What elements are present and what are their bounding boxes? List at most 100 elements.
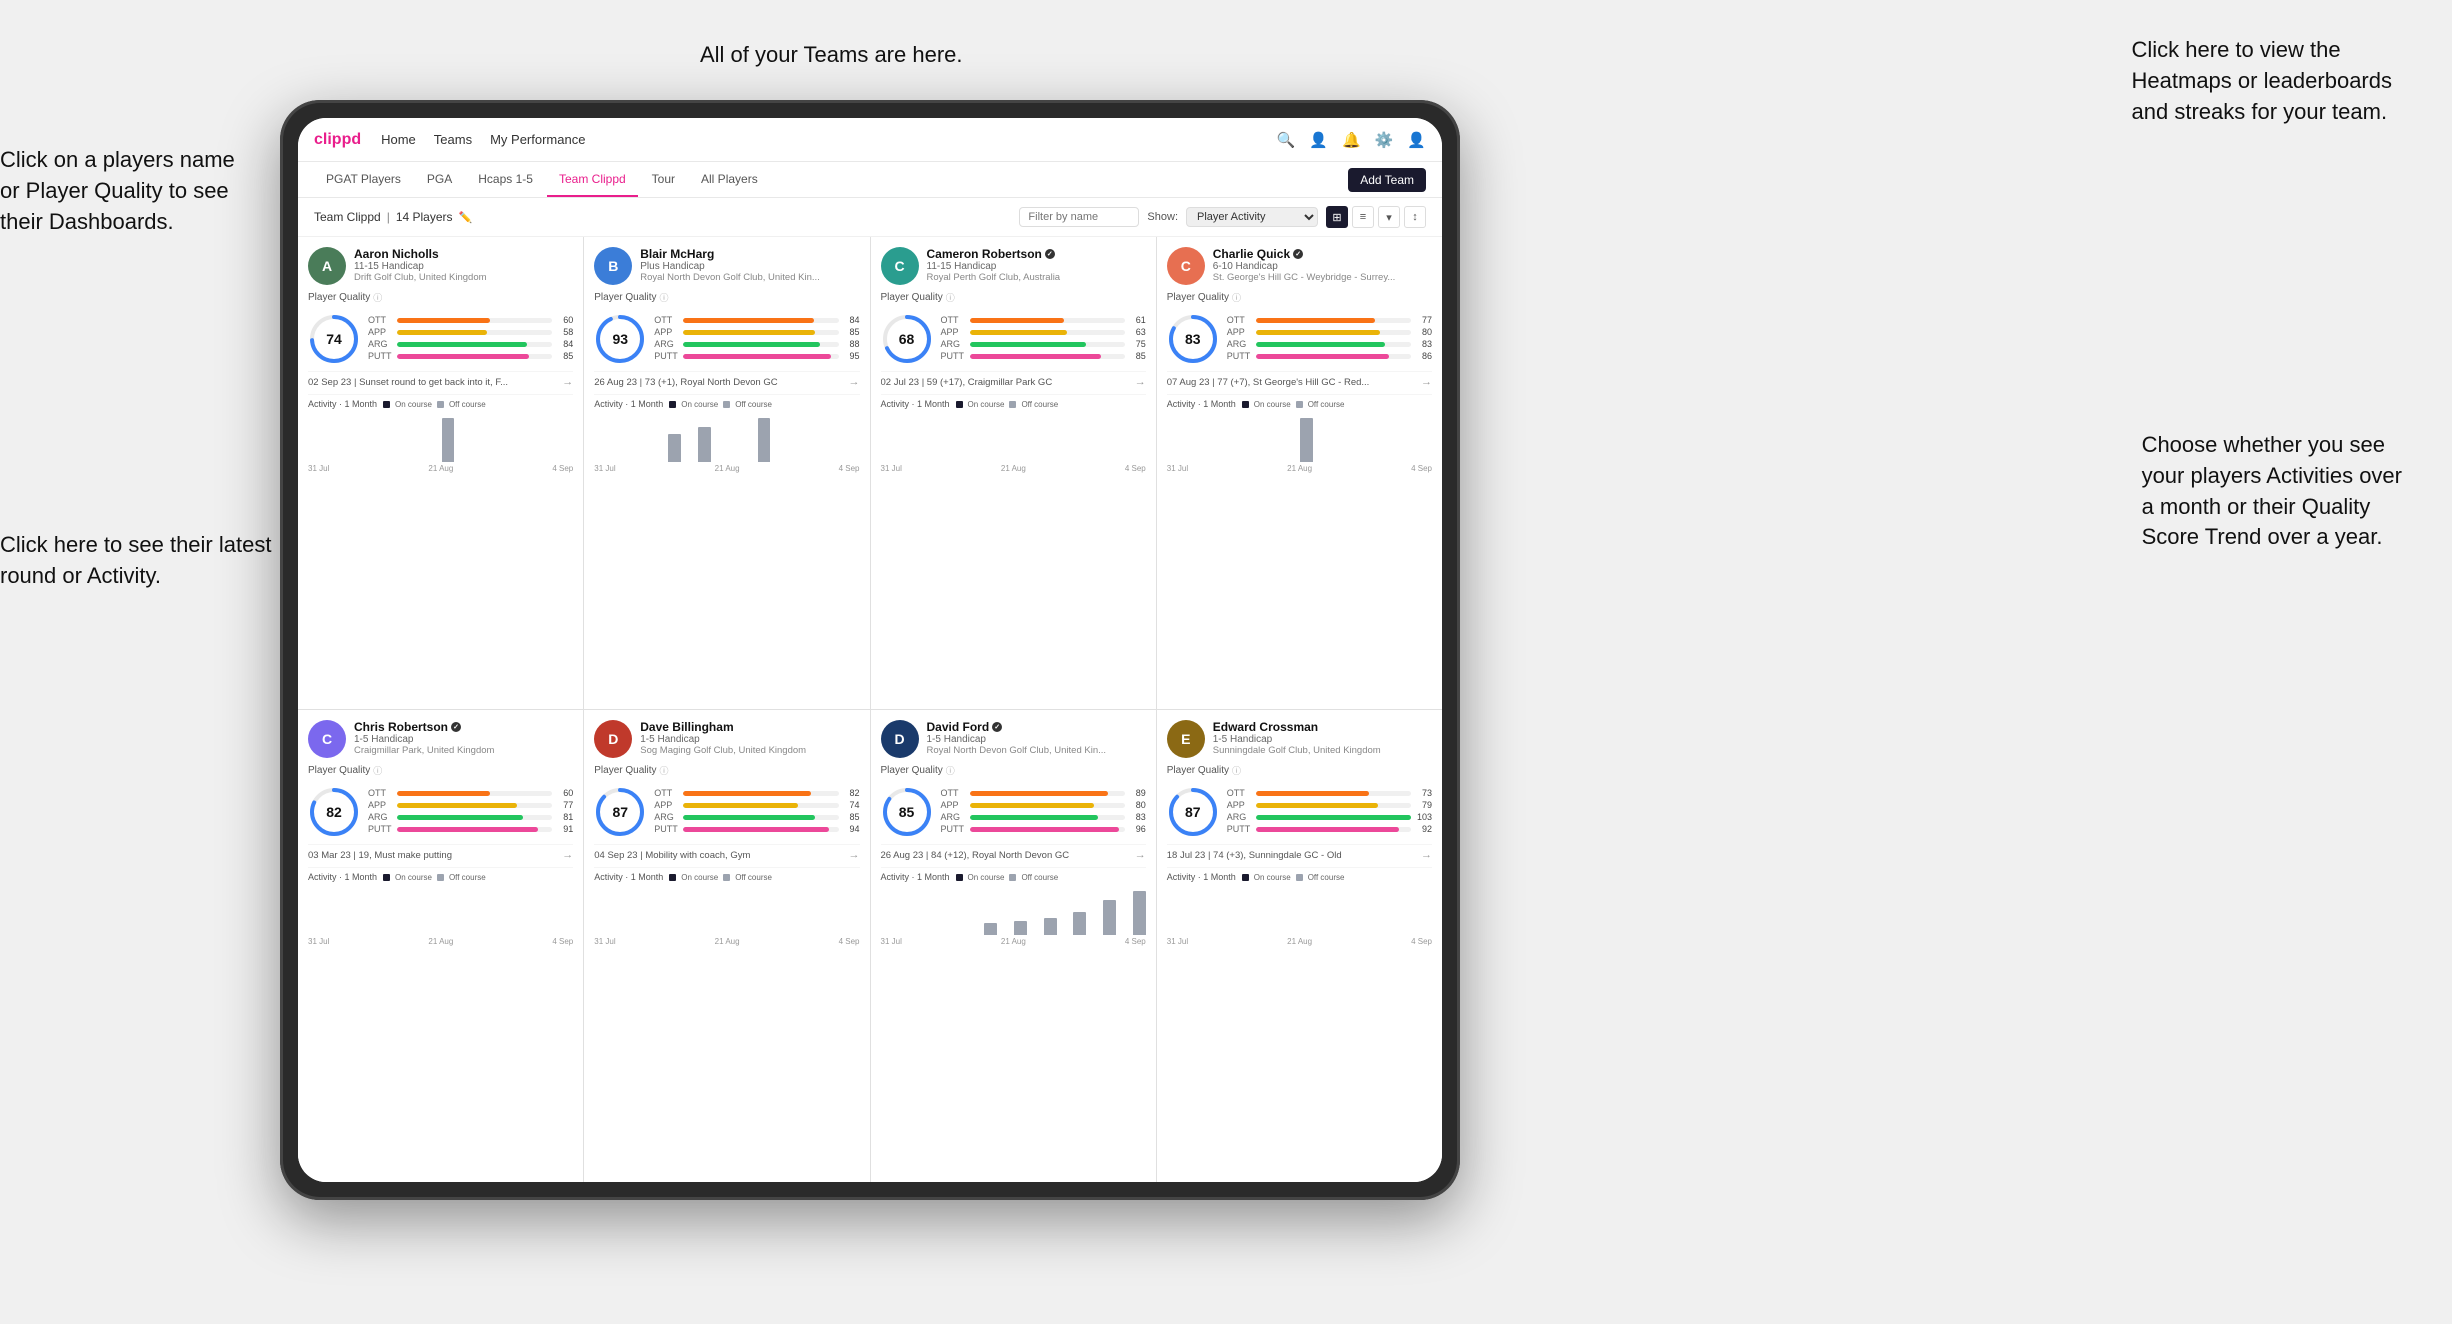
player-card[interactable]: B Blair McHarg Plus Handicap Royal North… [584, 237, 869, 709]
grid-view-icon[interactable]: ⊞ [1326, 206, 1348, 228]
bar-label: OTT [941, 315, 967, 325]
quality-circle[interactable]: 82 [308, 786, 360, 838]
player-info: David Ford ✓ 1-5 Handicap Royal North De… [927, 720, 1146, 756]
tab-hcaps[interactable]: Hcaps 1-5 [466, 162, 545, 197]
player-card[interactable]: D David Ford ✓ 1-5 Handicap Royal North … [871, 710, 1156, 1182]
quality-circle[interactable]: 83 [1167, 313, 1219, 365]
off-course-dot [723, 874, 730, 881]
latest-round-arrow[interactable]: → [562, 376, 573, 388]
quality-circle[interactable]: 93 [594, 313, 646, 365]
profile-icon[interactable]: 👤 [1407, 131, 1426, 149]
search-icon[interactable]: 🔍 [1277, 131, 1296, 149]
activity-section: Activity · 1 Month On course Off course … [881, 394, 1146, 473]
show-select[interactable]: Player Activity Quality Score Trend [1186, 207, 1318, 227]
player-name[interactable]: Edward Crossman [1213, 720, 1432, 734]
latest-round-arrow[interactable]: → [1135, 376, 1146, 388]
player-club: Drift Golf Club, United Kingdom [354, 272, 573, 283]
latest-round[interactable]: 07 Aug 23 | 77 (+7), St George's Hill GC… [1167, 371, 1432, 388]
quality-label: Player Quality ⓘ [308, 291, 573, 304]
bar-fill [683, 330, 815, 335]
bar-label: OTT [654, 315, 680, 325]
tab-all-players[interactable]: All Players [689, 162, 770, 197]
quality-bars: OTT 61 APP 63 [941, 315, 1146, 363]
quality-circle[interactable]: 85 [881, 786, 933, 838]
sort-icon[interactable]: ↕ [1404, 206, 1426, 228]
player-name[interactable]: Charlie Quick ✓ [1213, 247, 1432, 261]
quality-bars: OTT 82 APP 74 [654, 788, 859, 836]
bar-value: 85 [842, 327, 860, 337]
tab-team-clippd[interactable]: Team Clippd [547, 162, 638, 197]
activity-section: Activity · 1 Month On course Off course … [594, 394, 859, 473]
tab-pgat[interactable]: PGAT Players [314, 162, 413, 197]
player-card[interactable]: E Edward Crossman 1-5 Handicap Sunningda… [1157, 710, 1442, 1182]
on-course-dot [956, 401, 963, 408]
quality-circle[interactable]: 68 [881, 313, 933, 365]
quality-number: 74 [326, 331, 342, 347]
bar-label: OTT [1227, 315, 1253, 325]
on-course-dot [669, 401, 676, 408]
quality-bars: OTT 73 APP 79 [1227, 788, 1432, 836]
bar-track [397, 342, 552, 347]
player-header: C Cameron Robertson ✓ 11-15 Handicap Roy… [881, 247, 1146, 285]
player-club: St. George's Hill GC - Weybridge - Surre… [1213, 272, 1432, 283]
quality-circle[interactable]: 87 [1167, 786, 1219, 838]
nav-home[interactable]: Home [381, 132, 416, 147]
latest-round[interactable]: 02 Jul 23 | 59 (+17), Craigmillar Park G… [881, 371, 1146, 388]
latest-round-text: 18 Jul 23 | 74 (+3), Sunningdale GC - Ol… [1167, 850, 1342, 861]
tab-pga[interactable]: PGA [415, 162, 464, 197]
quality-section: 68 OTT 61 APP [881, 313, 1146, 365]
add-team-button[interactable]: Add Team [1348, 168, 1426, 192]
latest-round[interactable]: 02 Sep 23 | Sunset round to get back int… [308, 371, 573, 388]
quality-circle[interactable]: 74 [308, 313, 360, 365]
latest-round[interactable]: 26 Aug 23 | 84 (+12), Royal North Devon … [881, 844, 1146, 861]
bell-icon[interactable]: 🔔 [1342, 131, 1361, 149]
player-card[interactable]: C Charlie Quick ✓ 6-10 Handicap St. Geor… [1157, 237, 1442, 709]
nav-teams[interactable]: Teams [434, 132, 472, 147]
settings-icon[interactable]: ⚙️ [1375, 131, 1394, 149]
player-card[interactable]: A Aaron Nicholls 11-15 Handicap Drift Go… [298, 237, 583, 709]
latest-round-arrow[interactable]: → [1421, 376, 1432, 388]
filter-icon[interactable]: ▾ [1378, 206, 1400, 228]
bar-row-app: APP 80 [1227, 327, 1432, 337]
tab-tour[interactable]: Tour [640, 162, 687, 197]
info-icon: ⓘ [660, 291, 669, 304]
bar-fill [397, 815, 523, 820]
nav-performance[interactable]: My Performance [490, 132, 585, 147]
bar-value: 61 [1128, 315, 1146, 325]
bar-label: PUTT [941, 824, 967, 834]
activity-legend: On course Off course [383, 400, 486, 409]
player-name[interactable]: Dave Billingham [640, 720, 859, 734]
latest-round-arrow[interactable]: → [849, 376, 860, 388]
latest-round[interactable]: 18 Jul 23 | 74 (+3), Sunningdale GC - Ol… [1167, 844, 1432, 861]
bar-fill [970, 342, 1086, 347]
player-card[interactable]: D Dave Billingham 1-5 Handicap Sog Magin… [584, 710, 869, 1182]
latest-round-arrow[interactable]: → [1421, 849, 1432, 861]
player-info: Dave Billingham 1-5 Handicap Sog Maging … [640, 720, 859, 756]
latest-round[interactable]: 26 Aug 23 | 73 (+1), Royal North Devon G… [594, 371, 859, 388]
chart-label: 21 Aug [1287, 464, 1312, 473]
quality-circle[interactable]: 87 [594, 786, 646, 838]
latest-round-arrow[interactable]: → [849, 849, 860, 861]
list-view-icon[interactable]: ≡ [1352, 206, 1374, 228]
activity-chart [881, 885, 1146, 935]
latest-round-arrow[interactable]: → [1135, 849, 1146, 861]
on-course-dot [1242, 874, 1249, 881]
activity-legend: On course Off course [669, 873, 772, 882]
bar-value: 103 [1414, 812, 1432, 822]
latest-round[interactable]: 04 Sep 23 | Mobility with coach, Gym → [594, 844, 859, 861]
latest-round-text: 26 Aug 23 | 73 (+1), Royal North Devon G… [594, 377, 777, 388]
player-name[interactable]: David Ford ✓ [927, 720, 1146, 734]
player-card[interactable]: C Chris Robertson ✓ 1-5 Handicap Craigmi… [298, 710, 583, 1182]
latest-round-arrow[interactable]: → [562, 849, 573, 861]
user-icon[interactable]: 👤 [1309, 131, 1328, 149]
player-club: Royal Perth Golf Club, Australia [927, 272, 1146, 283]
edit-team-icon[interactable]: ✏️ [459, 211, 473, 224]
player-name[interactable]: Chris Robertson ✓ [354, 720, 573, 734]
latest-round[interactable]: 03 Mar 23 | 19, Must make putting → [308, 844, 573, 861]
bar-fill [970, 330, 1068, 335]
player-name[interactable]: Blair McHarg [640, 247, 859, 261]
player-name[interactable]: Aaron Nicholls [354, 247, 573, 261]
player-card[interactable]: C Cameron Robertson ✓ 11-15 Handicap Roy… [871, 237, 1156, 709]
player-name[interactable]: Cameron Robertson ✓ [927, 247, 1146, 261]
filter-input[interactable] [1019, 207, 1139, 227]
